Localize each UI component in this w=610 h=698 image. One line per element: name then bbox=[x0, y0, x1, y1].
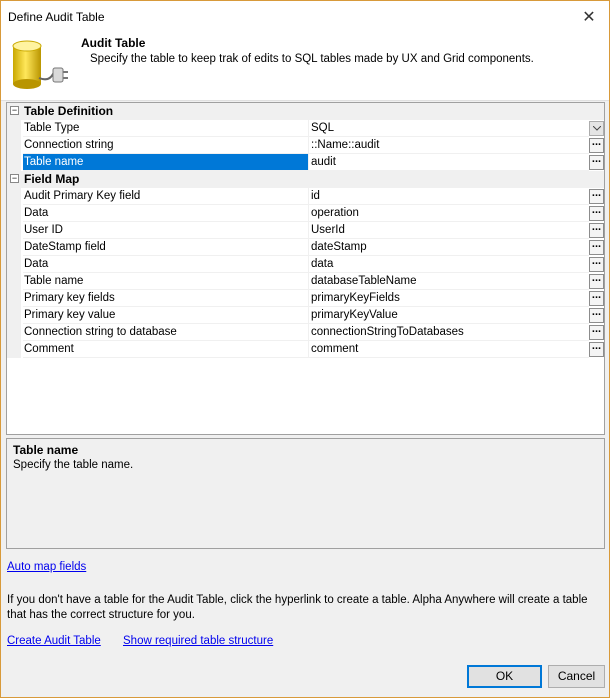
property-label: Table Type bbox=[23, 120, 309, 137]
info-text: If you don't have a table for the Audit … bbox=[7, 594, 588, 621]
ellipsis-button[interactable]: ... bbox=[589, 324, 604, 340]
ellipsis-button[interactable]: ... bbox=[589, 239, 604, 255]
property-label: Table name bbox=[23, 273, 309, 290]
row-gutter bbox=[7, 239, 21, 256]
property-value[interactable]: primaryKeyFields bbox=[309, 290, 589, 307]
property-value[interactable]: data bbox=[309, 256, 589, 273]
property-row-primary-key-value[interactable]: Primary key value primaryKeyValue ... bbox=[7, 307, 604, 324]
property-label: Connection string bbox=[23, 137, 309, 154]
collapse-icon[interactable]: − bbox=[10, 106, 19, 115]
category-field-map[interactable]: − Field Map bbox=[7, 171, 604, 188]
row-gutter bbox=[7, 307, 21, 324]
property-value[interactable]: UserId bbox=[309, 222, 589, 239]
row-gutter bbox=[7, 290, 21, 307]
row-gutter bbox=[7, 324, 21, 341]
ellipsis-button[interactable]: ... bbox=[589, 154, 604, 170]
property-value[interactable]: operation bbox=[309, 205, 589, 222]
ellipsis-button[interactable]: ... bbox=[589, 256, 604, 272]
property-row-table-name[interactable]: Table name audit ... bbox=[7, 154, 604, 171]
property-label: User ID bbox=[23, 222, 309, 239]
property-value[interactable]: ::Name::audit bbox=[309, 137, 589, 154]
property-value[interactable]: primaryKeyValue bbox=[309, 307, 589, 324]
property-label: DateStamp field bbox=[23, 239, 309, 256]
property-row-data-operation[interactable]: Data operation ... bbox=[7, 205, 604, 222]
property-label: Primary key value bbox=[23, 307, 309, 324]
property-label: Table name bbox=[23, 154, 309, 171]
help-title: Table name bbox=[13, 443, 79, 457]
row-gutter bbox=[7, 154, 21, 171]
category-table-definition[interactable]: − Table Definition bbox=[7, 103, 604, 120]
property-value[interactable]: comment bbox=[309, 341, 589, 358]
category-label: Field Map bbox=[24, 172, 80, 186]
ellipsis-button[interactable]: ... bbox=[589, 341, 604, 357]
ok-button[interactable]: OK bbox=[467, 665, 542, 688]
property-value[interactable]: id bbox=[309, 188, 589, 205]
ellipsis-button[interactable]: ... bbox=[589, 205, 604, 221]
header-title: Audit Table bbox=[81, 36, 146, 50]
row-gutter bbox=[7, 120, 21, 137]
property-label: Data bbox=[23, 256, 309, 273]
property-row-user-id[interactable]: User ID UserId ... bbox=[7, 222, 604, 239]
collapse-icon[interactable]: − bbox=[10, 174, 19, 183]
row-gutter bbox=[7, 341, 21, 358]
chevron-down-icon[interactable] bbox=[589, 121, 604, 136]
property-row-audit-primary-key[interactable]: Audit Primary Key field id ... bbox=[7, 188, 604, 205]
property-row-datestamp[interactable]: DateStamp field dateStamp ... bbox=[7, 239, 604, 256]
row-gutter bbox=[7, 222, 21, 239]
ellipsis-button[interactable]: ... bbox=[589, 137, 604, 153]
row-gutter bbox=[7, 256, 21, 273]
property-label: Comment bbox=[23, 341, 309, 358]
create-audit-table-link[interactable]: Create Audit Table bbox=[7, 635, 101, 647]
show-table-structure-link[interactable]: Show required table structure bbox=[123, 635, 273, 647]
property-value[interactable]: SQL bbox=[309, 120, 589, 137]
property-row-field-table-name[interactable]: Table name databaseTableName ... bbox=[7, 273, 604, 290]
property-row-comment[interactable]: Comment comment ... bbox=[7, 341, 604, 358]
help-panel: Table name Specify the table name. bbox=[6, 438, 605, 549]
auto-map-fields-link[interactable]: Auto map fields bbox=[7, 561, 86, 573]
property-grid: − Table Definition Table Type SQL Connec… bbox=[6, 102, 605, 435]
property-label: Primary key fields bbox=[23, 290, 309, 307]
dialog-header: Audit Table Specify the table to keep tr… bbox=[1, 32, 609, 101]
cancel-button[interactable]: Cancel bbox=[548, 665, 605, 688]
property-value[interactable]: databaseTableName bbox=[309, 273, 589, 290]
ellipsis-button[interactable]: ... bbox=[589, 290, 604, 306]
ellipsis-button[interactable]: ... bbox=[589, 273, 604, 289]
row-gutter bbox=[7, 188, 21, 205]
property-value[interactable]: connectionStringToDatabases bbox=[309, 324, 589, 341]
property-row-table-type[interactable]: Table Type SQL bbox=[7, 120, 604, 137]
row-gutter bbox=[7, 205, 21, 222]
property-row-data[interactable]: Data data ... bbox=[7, 256, 604, 273]
row-gutter bbox=[7, 273, 21, 290]
property-value[interactable]: dateStamp bbox=[309, 239, 589, 256]
property-row-connection-string-db[interactable]: Connection string to database connection… bbox=[7, 324, 604, 341]
window-title: Define Audit Table bbox=[8, 10, 105, 24]
header-description: Specify the table to keep trak of edits … bbox=[90, 53, 534, 65]
category-label: Table Definition bbox=[24, 104, 114, 118]
title-bar: Define Audit Table ✕ bbox=[1, 1, 609, 32]
dialog-window: Define Audit Table ✕ Audit Table Specify… bbox=[0, 0, 610, 698]
help-text: Specify the table name. bbox=[13, 459, 134, 471]
database-plug-icon bbox=[9, 38, 71, 96]
ellipsis-button[interactable]: ... bbox=[589, 188, 604, 204]
property-label: Connection string to database bbox=[23, 324, 309, 341]
property-value[interactable]: audit bbox=[309, 154, 589, 171]
ellipsis-button[interactable]: ... bbox=[589, 222, 604, 238]
close-icon[interactable]: ✕ bbox=[579, 7, 599, 27]
property-label: Data bbox=[23, 205, 309, 222]
property-row-connection-string[interactable]: Connection string ::Name::audit ... bbox=[7, 137, 604, 154]
property-row-primary-key-fields[interactable]: Primary key fields primaryKeyFields ... bbox=[7, 290, 604, 307]
property-label: Audit Primary Key field bbox=[23, 188, 309, 205]
row-gutter bbox=[7, 137, 21, 154]
ellipsis-button[interactable]: ... bbox=[589, 307, 604, 323]
